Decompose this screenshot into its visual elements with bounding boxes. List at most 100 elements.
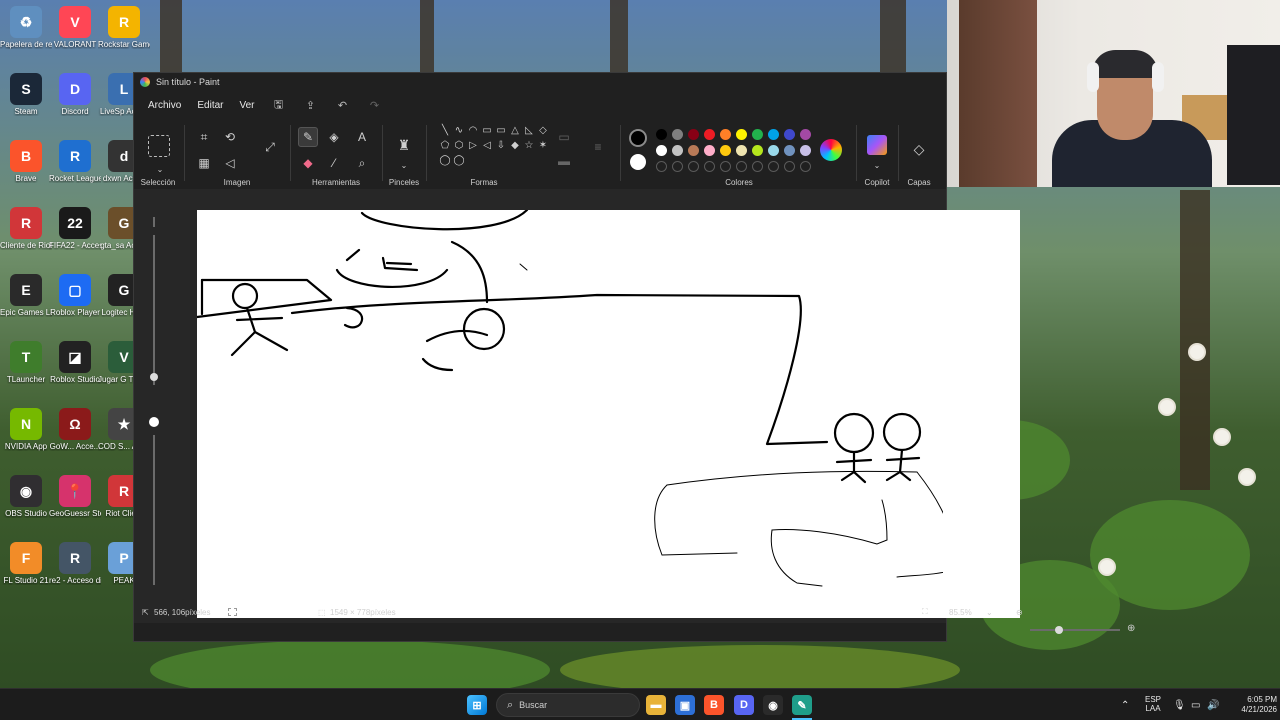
shape-option-icon[interactable]: ▭	[494, 125, 508, 136]
color-swatch[interactable]	[736, 129, 747, 140]
custom-color-slot[interactable]	[688, 161, 699, 172]
drawing-canvas[interactable]	[197, 210, 943, 618]
shape-option-icon[interactable]: ⬠	[438, 140, 452, 151]
color-swatch[interactable]	[720, 145, 731, 156]
shape-option-icon[interactable]: ◇	[536, 125, 550, 136]
brush-size-slider[interactable]	[148, 213, 160, 593]
color-swatch[interactable]	[784, 145, 795, 156]
select-rectangle-icon[interactable]	[148, 135, 170, 157]
shape-option-icon[interactable]: ⬡	[452, 140, 466, 151]
color-swatch[interactable]	[768, 145, 779, 156]
pencil-icon[interactable]: ✎	[298, 127, 318, 147]
desktop-icon[interactable]: ▢ Roblox Player	[49, 274, 101, 317]
color-swatch[interactable]	[736, 145, 747, 156]
custom-color-slot[interactable]	[736, 161, 747, 172]
color-swatch[interactable]	[704, 145, 715, 156]
color-swatch[interactable]	[688, 129, 699, 140]
flip-icon[interactable]: ◁	[220, 153, 240, 173]
custom-color-slot[interactable]	[672, 161, 683, 172]
clock[interactable]: 6:05 PM 4/21/2026	[1227, 695, 1277, 715]
brush-icon[interactable]: ♜	[394, 135, 414, 155]
color-swatch[interactable]	[656, 145, 667, 156]
fit-to-window-icon[interactable]: ⛶	[922, 607, 928, 617]
menu-archivo[interactable]: Archivo	[142, 96, 187, 115]
language-indicator[interactable]: ESP LAA	[1145, 695, 1161, 713]
copilot-icon[interactable]	[867, 135, 887, 155]
color-swatch[interactable]	[800, 129, 811, 140]
shape-option-icon[interactable]: ✶	[536, 140, 550, 151]
redo-icon[interactable]: ↷	[361, 99, 389, 112]
chevron-up-icon[interactable]: ⌃	[1121, 700, 1129, 711]
shape-option-icon[interactable]: ☆	[522, 140, 536, 151]
paint-taskbar-icon[interactable]: ✎	[792, 695, 812, 715]
microsoft-store-icon[interactable]: ▣	[675, 695, 695, 715]
outline-icon[interactable]: ▭	[554, 127, 574, 147]
desktop-icon[interactable]: R Rockstar Games	[98, 6, 150, 49]
magnifier-icon[interactable]: ⌕	[352, 153, 372, 173]
custom-color-slot[interactable]	[768, 161, 779, 172]
zoom-in-icon[interactable]: ⊕	[1127, 623, 1135, 634]
color-swatch[interactable]	[752, 145, 763, 156]
desktop-icon[interactable]: N NVIDIA App	[0, 408, 52, 451]
search-box[interactable]: ⌕ Buscar	[496, 693, 640, 717]
crop-icon[interactable]: ⌗	[194, 127, 214, 147]
custom-color-slot[interactable]	[800, 161, 811, 172]
desktop-icon[interactable]: ♻ Papelera de reciclaje	[0, 6, 52, 49]
zoom-slider[interactable]	[1030, 626, 1120, 634]
custom-color-slot[interactable]	[752, 161, 763, 172]
shape-option-icon[interactable]: ◆	[508, 140, 522, 151]
fill-icon[interactable]: ◈	[324, 127, 344, 147]
color-swatch[interactable]	[688, 145, 699, 156]
slider-knob[interactable]	[150, 373, 158, 381]
color-swatch[interactable]	[672, 129, 683, 140]
brave-icon[interactable]: B	[704, 695, 724, 715]
desktop-icon[interactable]: E Epic Games Launcher	[0, 274, 52, 317]
zoom-level[interactable]: 85.5%	[949, 608, 972, 617]
color-swatch[interactable]	[656, 129, 667, 140]
zoom-slider-knob[interactable]	[1055, 626, 1063, 634]
custom-color-slot[interactable]	[784, 161, 795, 172]
shape-option-icon[interactable]: ◺	[522, 125, 536, 136]
eraser-icon[interactable]: ◆	[298, 153, 318, 173]
shape-option-icon[interactable]: ◠	[466, 125, 480, 136]
custom-color-slot[interactable]	[704, 161, 715, 172]
desktop-icon[interactable]: ◪ Roblox Studio	[49, 341, 101, 384]
desktop-icon[interactable]: ◉ OBS Studio	[0, 475, 52, 518]
start-icon[interactable]: ⊞	[467, 695, 487, 715]
title-bar[interactable]: Sin título - Paint	[134, 73, 946, 91]
remove-background-icon[interactable]: ▦	[194, 153, 214, 173]
shape-option-icon[interactable]: ◯	[452, 155, 466, 166]
shape-option-icon[interactable]: ◁	[480, 140, 494, 151]
edit-colors-icon[interactable]	[820, 139, 842, 161]
volume-icon[interactable]: 🔊	[1207, 700, 1219, 711]
desktop-icon[interactable]: T TLauncher	[0, 341, 52, 384]
chevron-down-icon[interactable]: ⌄	[867, 155, 887, 175]
desktop-icon[interactable]: 22 FIFA22 - Acces...	[49, 207, 101, 250]
color-swatch[interactable]	[784, 129, 795, 140]
color-swatch[interactable]	[800, 145, 811, 156]
opacity-icon[interactable]	[149, 417, 159, 427]
color-swatch[interactable]	[704, 129, 715, 140]
shape-option-icon[interactable]: ▭	[480, 125, 494, 136]
shape-option-icon[interactable]: ▷	[466, 140, 480, 151]
undo-icon[interactable]: ↶	[329, 99, 357, 112]
chevron-down-icon[interactable]: ⌄	[394, 155, 414, 175]
desktop-icon[interactable]: 📍 GeoGuessr Steam E...	[49, 475, 101, 518]
color-swatch[interactable]	[768, 129, 779, 140]
chevron-down-icon[interactable]: ⌄	[986, 608, 993, 617]
size-icon[interactable]: ≡	[588, 137, 608, 157]
color-swatch[interactable]	[720, 129, 731, 140]
desktop-icon[interactable]: V VALORANT	[49, 6, 101, 49]
fill-shape-icon[interactable]: ▬	[554, 151, 574, 171]
shape-option-icon[interactable]: ⇩	[494, 140, 508, 151]
desktop-icon[interactable]: Rre2 - Acceso directo	[49, 542, 101, 585]
shape-option-icon[interactable]: ╲	[438, 125, 452, 136]
desktop-icon[interactable]: R Rocket League®	[49, 140, 101, 183]
shape-option-icon[interactable]: △	[508, 125, 522, 136]
discord-icon[interactable]: D	[734, 695, 754, 715]
color-picker-icon[interactable]: ⁄	[324, 153, 344, 173]
resize-icon[interactable]: ⤢	[260, 137, 280, 157]
shape-option-icon[interactable]: ∿	[452, 125, 466, 136]
text-icon[interactable]: A	[352, 127, 372, 147]
custom-color-slot[interactable]	[656, 161, 667, 172]
